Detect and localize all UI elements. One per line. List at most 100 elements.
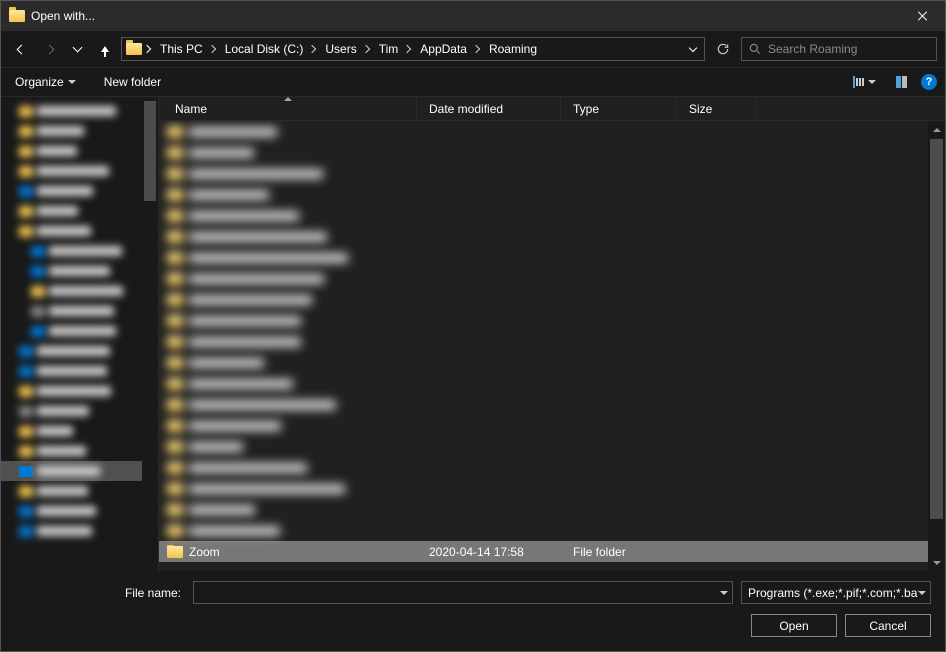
chevron-down-icon <box>68 80 76 84</box>
open-button[interactable]: Open <box>751 614 837 637</box>
filename-input[interactable] <box>193 581 733 604</box>
file-row[interactable] <box>159 415 945 436</box>
tree-item[interactable] <box>1 301 158 321</box>
file-row[interactable] <box>159 352 945 373</box>
tree-item[interactable] <box>1 341 158 361</box>
chevron-down-icon <box>868 80 876 84</box>
breadcrumb-seg: Users <box>319 38 372 60</box>
file-row[interactable] <box>159 478 945 499</box>
tree-item[interactable] <box>1 501 158 521</box>
filename-label: File name: <box>15 586 185 600</box>
close-icon <box>918 11 928 21</box>
tree-item[interactable] <box>1 421 158 441</box>
tree-item[interactable] <box>1 381 158 401</box>
search-icon <box>748 42 762 56</box>
close-button[interactable] <box>900 1 945 31</box>
help-button[interactable]: ? <box>921 74 937 90</box>
tree-item[interactable] <box>1 181 158 201</box>
title-bar: Open with... <box>1 1 945 31</box>
file-row[interactable] <box>159 205 945 226</box>
recent-locations-button[interactable] <box>65 37 89 61</box>
file-row[interactable] <box>159 457 945 478</box>
file-name: Zoom <box>189 545 220 559</box>
file-row[interactable] <box>159 142 945 163</box>
tree-item[interactable] <box>1 161 158 181</box>
view-options-button[interactable] <box>847 72 882 92</box>
tree-item[interactable] <box>1 201 158 221</box>
address-dropdown[interactable] <box>680 38 704 60</box>
new-folder-button[interactable]: New folder <box>98 71 167 93</box>
list-scrollbar[interactable] <box>928 121 945 571</box>
file-row[interactable] <box>159 499 945 520</box>
back-button[interactable] <box>9 37 33 61</box>
chevron-down-icon <box>918 591 926 595</box>
content-area: Name Date modified Type Size Zoom 2020-0… <box>1 97 945 571</box>
tree-item[interactable] <box>1 101 158 121</box>
column-headers: Name Date modified Type Size <box>159 97 945 121</box>
file-row-selected[interactable]: Zoom 2020-04-14 17:58 File folder <box>159 541 945 562</box>
breadcrumb-seg: AppData <box>414 38 483 60</box>
toolbar: Organize New folder ? <box>1 67 945 97</box>
chevron-down-icon <box>720 591 728 595</box>
breadcrumb-seg: Local Disk (C:) <box>219 38 320 60</box>
column-type[interactable]: Type <box>561 97 677 120</box>
nav-tree[interactable] <box>1 97 159 571</box>
file-row[interactable] <box>159 184 945 205</box>
open-with-dialog: Open with... This PC Local Disk (C:) Use… <box>0 0 946 652</box>
file-row[interactable] <box>159 394 945 415</box>
file-row[interactable] <box>159 520 945 541</box>
address-bar[interactable]: This PC Local Disk (C:) Users Tim AppDat… <box>121 37 705 61</box>
file-row[interactable] <box>159 247 945 268</box>
cancel-button[interactable]: Cancel <box>845 614 931 637</box>
file-list[interactable]: Zoom 2020-04-14 17:58 File folder <box>159 121 945 571</box>
forward-button[interactable] <box>37 37 61 61</box>
file-row[interactable] <box>159 163 945 184</box>
breadcrumb-seg: This PC <box>154 38 219 60</box>
column-date[interactable]: Date modified <box>417 97 561 120</box>
column-size[interactable]: Size <box>677 97 757 120</box>
refresh-button[interactable] <box>709 37 737 61</box>
view-icon <box>853 76 864 88</box>
file-row[interactable] <box>159 226 945 247</box>
preview-pane-icon <box>896 76 907 88</box>
folder-icon <box>167 546 183 558</box>
tree-item[interactable] <box>1 481 158 501</box>
tree-item[interactable] <box>1 441 158 461</box>
sort-asc-icon <box>284 97 292 101</box>
tree-scrollbar[interactable] <box>142 97 158 571</box>
folder-icon <box>126 43 142 55</box>
file-type-filter[interactable]: Programs (*.exe;*.pif;*.com;*.bat) <box>741 581 931 604</box>
file-row[interactable] <box>159 436 945 457</box>
tree-item[interactable] <box>1 461 158 481</box>
file-row[interactable] <box>159 331 945 352</box>
file-row[interactable] <box>159 121 945 142</box>
tree-item[interactable] <box>1 401 158 421</box>
nav-bar: This PC Local Disk (C:) Users Tim AppDat… <box>1 31 945 67</box>
up-button[interactable] <box>93 37 117 61</box>
search-placeholder: Search Roaming <box>768 42 857 56</box>
preview-pane-button[interactable] <box>890 72 913 92</box>
tree-item[interactable] <box>1 141 158 161</box>
column-name[interactable]: Name <box>159 97 417 120</box>
tree-item[interactable] <box>1 221 158 241</box>
file-row[interactable] <box>159 373 945 394</box>
folder-icon <box>9 10 25 22</box>
file-row[interactable] <box>159 310 945 331</box>
file-type: File folder <box>561 545 677 559</box>
file-row[interactable] <box>159 289 945 310</box>
search-box[interactable]: Search Roaming <box>741 37 937 61</box>
breadcrumb-seg: Roaming <box>483 38 541 60</box>
file-row[interactable] <box>159 268 945 289</box>
tree-item[interactable] <box>1 521 158 541</box>
organize-button[interactable]: Organize <box>9 71 82 93</box>
tree-item[interactable] <box>1 241 158 261</box>
tree-item[interactable] <box>1 361 158 381</box>
refresh-icon <box>716 42 730 56</box>
tree-item[interactable] <box>1 321 158 341</box>
file-date: 2020-04-14 17:58 <box>417 545 561 559</box>
breadcrumb-seg: Tim <box>373 38 415 60</box>
file-list-panel: Name Date modified Type Size Zoom 2020-0… <box>159 97 945 571</box>
tree-item[interactable] <box>1 281 158 301</box>
tree-item[interactable] <box>1 261 158 281</box>
tree-item[interactable] <box>1 121 158 141</box>
